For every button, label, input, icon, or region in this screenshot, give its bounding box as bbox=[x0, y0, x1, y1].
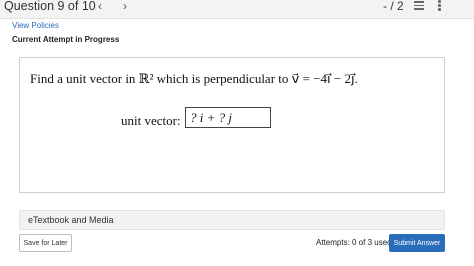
answer-label: unit vector: bbox=[121, 113, 181, 128]
attempts-count: Attempts: 0 of 3 used bbox=[316, 238, 392, 247]
unit-vector-input[interactable]: ? i + ? j bbox=[185, 107, 271, 128]
etextbook-media-panel[interactable]: eTextbook and Media bbox=[19, 210, 445, 230]
previous-question-icon[interactable]: ‹ bbox=[98, 0, 102, 12]
etextbook-media-label: eTextbook and Media bbox=[28, 215, 114, 225]
question-toolbar: Question 9 of 10 ‹ › - / 2 bbox=[0, 0, 474, 19]
view-policies-link[interactable]: View Policies bbox=[12, 21, 59, 30]
next-question-icon[interactable]: › bbox=[123, 0, 127, 12]
question-prompt: Find a unit vector in ℝ² which is perpen… bbox=[30, 71, 358, 86]
question-panel: Find a unit vector in ℝ² which is perpen… bbox=[19, 57, 445, 193]
submit-answer-button[interactable]: Submit Answer bbox=[389, 234, 445, 252]
question-counter: Question 9 of 10 bbox=[4, 0, 96, 13]
list-icon[interactable] bbox=[414, 1, 424, 11]
attempt-status: Current Attempt in Progress bbox=[12, 35, 120, 44]
question-score: - / 2 bbox=[383, 0, 404, 13]
save-for-later-button[interactable]: Save for Later bbox=[19, 234, 72, 252]
more-vertical-icon[interactable] bbox=[438, 0, 441, 12]
